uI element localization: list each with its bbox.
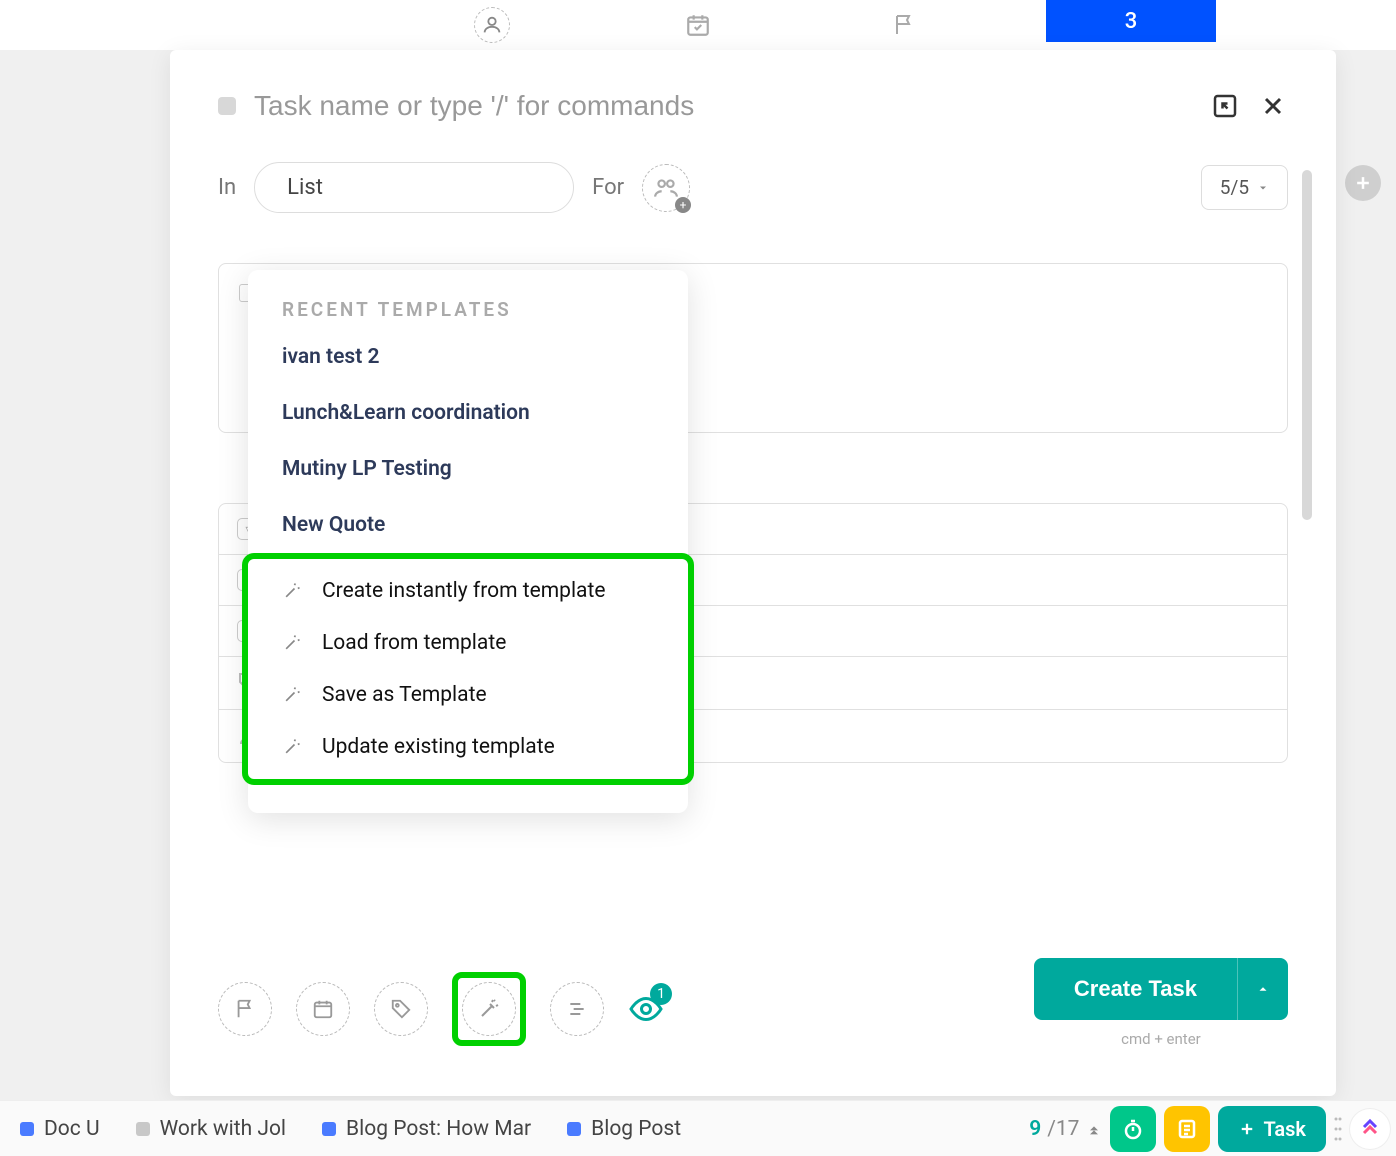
expand-icon[interactable]: [1210, 91, 1240, 121]
close-icon[interactable]: [1258, 91, 1288, 121]
action-label: Load from template: [322, 631, 506, 655]
counts-open: 9: [1029, 1117, 1041, 1141]
assignee-icon[interactable]: [474, 7, 510, 43]
taskbar-item[interactable]: Blog Post: How Mar: [308, 1109, 545, 1149]
keyboard-hint: cmd + enter: [1121, 1030, 1201, 1048]
create-from-template-action[interactable]: Create instantly from template: [248, 565, 688, 617]
list-dropdown[interactable]: List: [254, 162, 574, 213]
template-item[interactable]: ivan test 2: [248, 329, 688, 385]
plus-badge: +: [675, 197, 691, 213]
templates-button-highlight: [452, 972, 526, 1046]
recent-templates-header: RECENT TEMPLATES: [248, 298, 688, 329]
calendar-icon[interactable]: [680, 7, 716, 43]
save-as-template-action[interactable]: Save as Template: [248, 669, 688, 721]
calendar-icon[interactable]: [296, 982, 350, 1036]
in-label: In: [218, 175, 236, 200]
ratio-text: 5/5: [1220, 176, 1249, 199]
wand-icon: [282, 581, 302, 601]
location-row: In List For + 5/5: [218, 162, 1288, 213]
drag-handle-icon[interactable]: [1334, 1114, 1342, 1144]
task-name-input[interactable]: [254, 90, 1192, 122]
task-label: Task: [1264, 1117, 1307, 1141]
update-existing-template-action[interactable]: Update existing template: [248, 721, 688, 773]
chevron-down-icon: [1257, 182, 1269, 194]
watchers-badge[interactable]: 1: [628, 991, 664, 1027]
chevron-up-icon: [1086, 1121, 1102, 1137]
taskbar-label: Work with Jol: [160, 1117, 286, 1141]
subtasks-icon[interactable]: [550, 982, 604, 1036]
timer-button[interactable]: [1110, 1106, 1156, 1152]
action-label: Update existing template: [322, 735, 555, 759]
taskbar-item[interactable]: Doc U: [6, 1109, 114, 1149]
scrollbar[interactable]: [1302, 170, 1312, 520]
action-label: Create instantly from template: [322, 579, 605, 603]
flag-icon[interactable]: [218, 982, 272, 1036]
taskbar-label: Blog Post: [591, 1117, 681, 1141]
modal-header: [218, 90, 1288, 122]
fields-ratio[interactable]: 5/5: [1201, 165, 1288, 210]
clickup-logo[interactable]: [1350, 1109, 1390, 1149]
taskbar-item[interactable]: Work with Jol: [122, 1109, 300, 1149]
taskbar-label: Doc U: [44, 1117, 100, 1141]
tag-icon[interactable]: [374, 982, 428, 1036]
create-task-button[interactable]: Create Task: [1034, 958, 1237, 1020]
create-button-group: Create Task cmd + enter: [1034, 958, 1288, 1048]
status-dot: [136, 1122, 150, 1136]
templates-popup: RECENT TEMPLATES ivan test 2 Lunch&Learn…: [248, 270, 688, 813]
taskbar-counts[interactable]: 9 /17: [1029, 1117, 1101, 1141]
templates-button[interactable]: [462, 982, 516, 1036]
notepad-button[interactable]: [1164, 1106, 1210, 1152]
add-button[interactable]: [1345, 165, 1381, 201]
action-label: Save as Template: [322, 683, 487, 707]
counts-total: /17: [1047, 1117, 1079, 1141]
template-item[interactable]: Lunch&Learn coordination: [248, 385, 688, 441]
taskbar-label: Blog Post: How Mar: [346, 1117, 531, 1141]
status-dot: [20, 1122, 34, 1136]
status-indicator[interactable]: [218, 97, 236, 115]
for-label: For: [592, 175, 624, 200]
new-task-button[interactable]: Task: [1218, 1106, 1327, 1152]
status-dot: [567, 1122, 581, 1136]
assignee-picker[interactable]: +: [642, 164, 690, 212]
flag-icon[interactable]: [886, 7, 922, 43]
template-actions-highlight: Create instantly from template Load from…: [242, 553, 694, 785]
template-item[interactable]: Mutiny LP Testing: [248, 441, 688, 497]
bottom-icons: 1: [218, 972, 664, 1046]
top-tab-indicator[interactable]: 3: [1046, 0, 1216, 42]
taskbar-item[interactable]: Blog Post: [553, 1109, 695, 1149]
status-dot: [322, 1122, 336, 1136]
load-from-template-action[interactable]: Load from template: [248, 617, 688, 669]
watchers-count: 1: [650, 983, 672, 1005]
wand-icon: [282, 685, 302, 705]
wand-icon: [282, 633, 302, 653]
bottom-taskbar: Doc U Work with Jol Blog Post: How Mar B…: [0, 1100, 1396, 1156]
template-item[interactable]: New Quote: [248, 497, 688, 553]
create-task-dropdown[interactable]: [1237, 958, 1288, 1020]
wand-icon: [282, 737, 302, 757]
